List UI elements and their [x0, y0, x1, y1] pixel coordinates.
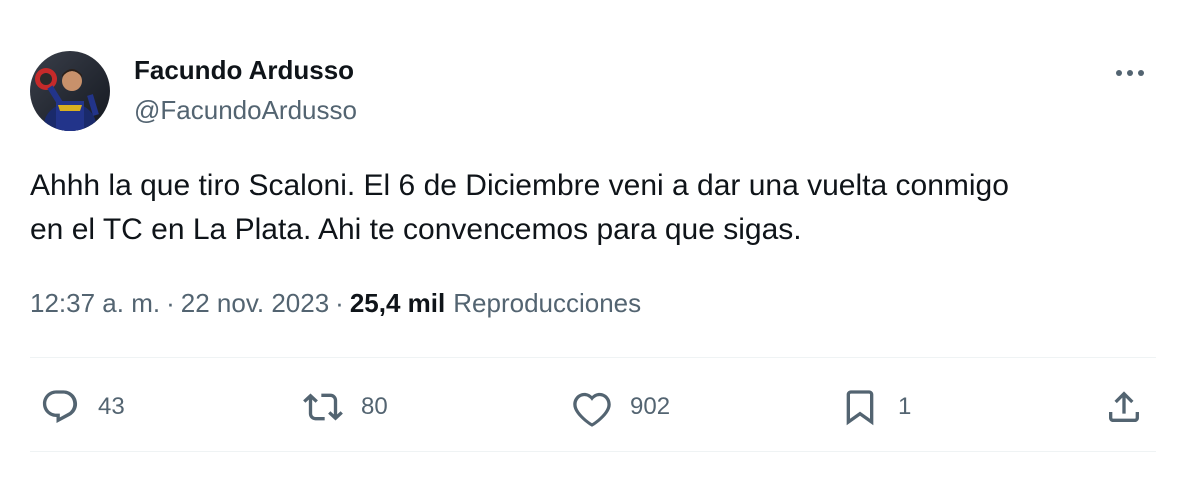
- avatar-image: [30, 51, 110, 131]
- meta-separator: ·: [166, 288, 175, 318]
- views-count[interactable]: 25,4 mil: [350, 288, 445, 319]
- reply-button[interactable]: 43: [40, 387, 125, 427]
- share-button[interactable]: [1104, 387, 1144, 427]
- avatar[interactable]: [30, 51, 110, 131]
- tweet-date[interactable]: 22 nov. 2023: [181, 288, 329, 319]
- share-icon: [1109, 391, 1139, 422]
- author-handle[interactable]: @FacundoArdusso: [134, 95, 357, 126]
- bookmark-icon: [846, 390, 874, 426]
- tweet-card: Facundo Ardusso @FacundoArdusso Ahhh la …: [0, 0, 1200, 485]
- meta-separator: ·: [335, 288, 344, 318]
- tweet-meta: 12:37 a. m. · 22 nov. 2023 · 25,4 mil Re…: [30, 288, 641, 319]
- divider: [30, 451, 1156, 452]
- reply-count: 43: [98, 393, 125, 420]
- more-dots-icon: [1116, 70, 1144, 76]
- bookmark-button[interactable]: 1: [840, 387, 911, 427]
- retweet-count: 80: [361, 393, 388, 420]
- tweet-time[interactable]: 12:37 a. m.: [30, 288, 160, 319]
- tweet-text: Ahhh la que tiro Scaloni. El 6 de Diciem…: [30, 164, 1170, 252]
- retweet-icon: [303, 393, 343, 421]
- tweet-text-line: en el TC en La Plata. Ahi te convencemos…: [30, 213, 802, 246]
- tweet-text-line: Ahhh la que tiro Scaloni. El 6 de Diciem…: [30, 169, 1009, 202]
- bookmark-count: 1: [898, 393, 912, 420]
- like-count: 902: [630, 393, 671, 420]
- like-button[interactable]: 902: [572, 387, 670, 427]
- retweet-button[interactable]: 80: [303, 387, 388, 427]
- divider: [30, 357, 1156, 358]
- more-options-button[interactable]: [1110, 58, 1150, 88]
- author-display-name[interactable]: Facundo Ardusso: [134, 55, 354, 86]
- heart-icon: [573, 392, 611, 427]
- views-label[interactable]: Reproducciones: [453, 288, 641, 319]
- reply-icon: [42, 390, 78, 424]
